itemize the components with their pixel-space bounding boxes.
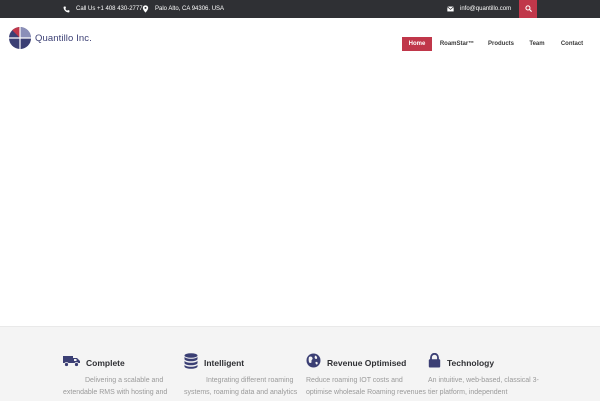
envelope-icon (447, 6, 454, 13)
nav-team[interactable]: Team (526, 37, 548, 51)
feature-title: Technology (447, 358, 495, 368)
nav-products-label: Products (487, 41, 514, 47)
phone-contact[interactable]: Call Us +1 408 430-2777 (63, 0, 143, 18)
logo-mark-icon (9, 27, 31, 49)
nav-roamstar-label: RoamStar™ (439, 41, 475, 47)
address-text: Palo Alto, CA 94306. USA (155, 6, 225, 12)
database-icon (184, 352, 198, 374)
feature-description: Reduce roaming IOT costs and optimise wh… (306, 377, 426, 396)
feature-title: Complete (86, 358, 125, 368)
hero-section (0, 64, 600, 326)
nav-roamstar[interactable]: RoamStar™ (437, 37, 477, 51)
feature-title: Intelligent (204, 358, 245, 368)
feature-title: Revenue Optimised (327, 358, 407, 368)
logo-text: Quantillo Inc. (35, 32, 92, 44)
email-contact[interactable]: info@quantillo.com (447, 0, 511, 18)
phone-icon (63, 6, 70, 13)
feature-description: Delivering a scalable and extendable RMS… (63, 377, 168, 396)
feature-intelligent: Intelligent Integrating different roamin… (184, 352, 304, 399)
address-contact: Palo Alto, CA 94306. USA (142, 0, 224, 18)
features-section: Complete Delivering a scalable and exten… (0, 326, 600, 401)
email-text: info@quantillo.com (460, 6, 512, 12)
lock-icon (428, 352, 441, 373)
site-header: Quantillo Inc. Home RoamStar™ Products T… (0, 18, 600, 64)
top-bar: Call Us +1 408 430-2777 Palo Alto, CA 94… (0, 0, 600, 18)
feature-complete: Complete Delivering a scalable and exten… (63, 355, 183, 401)
nav-contact[interactable]: Contact (558, 37, 586, 51)
search-icon (524, 4, 532, 14)
map-marker-icon (142, 5, 149, 13)
feature-description: Integrating different roaming systems, r… (184, 377, 298, 396)
nav-home[interactable]: Home (402, 37, 432, 51)
feature-technology: Technology An intuitive, web-based, clas… (428, 352, 548, 399)
nav-home-label: Home (408, 41, 426, 47)
phone-text: Call Us +1 408 430-2777 (76, 6, 143, 12)
globe-icon (306, 353, 321, 373)
nav-contact-label: Contact (560, 41, 584, 47)
truck-icon (63, 354, 80, 372)
feature-description: An intuitive, web-based, classical 3-tie… (428, 377, 539, 396)
nav-team-label: Team (529, 41, 545, 47)
nav-products[interactable]: Products (484, 37, 518, 51)
search-button[interactable] (519, 0, 537, 18)
logo[interactable]: Quantillo Inc. (8, 26, 92, 50)
feature-revenue-optimised: Revenue Optimised Reduce roaming IOT cos… (306, 353, 426, 399)
